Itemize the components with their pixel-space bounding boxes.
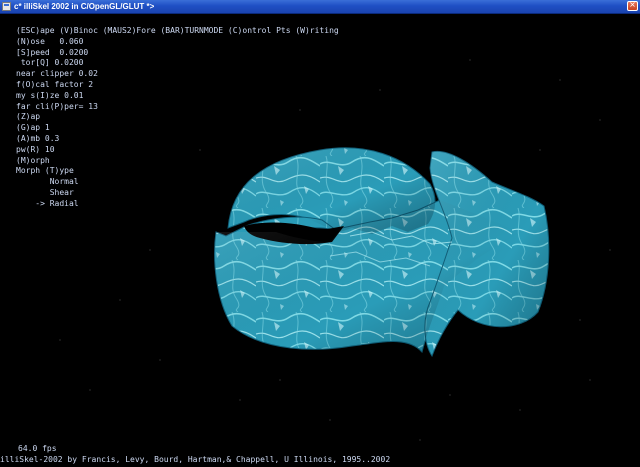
menu-item[interactable]: near clipper 0.02 [16,69,339,80]
menu-item[interactable]: Morph (T)ype [16,166,339,177]
window-title: c* illiSkel 2002 in C/OpenGL/GLUT *> [14,2,155,11]
menu-item[interactable]: Normal [16,177,339,188]
keyboard-commands-menu: (ESC)ape (V)Binoc (MAUS2)Fore (BAR)TURNM… [16,26,339,210]
menu-item[interactable]: (N)ose 0.060 [16,37,339,48]
title-bar[interactable]: c* illiSkel 2002 in C/OpenGL/GLUT *> × [0,0,640,14]
menu-item[interactable]: (ESC)ape (V)Binoc (MAUS2)Fore (BAR)TURNM… [16,26,339,37]
menu-item[interactable]: f(O)cal factor 2 [16,80,339,91]
app-icon[interactable] [2,2,11,11]
menu-item[interactable]: my s(I)ze 0.01 [16,91,339,102]
menu-item[interactable]: [S]peed 0.0200 [16,48,339,59]
menu-item[interactable]: -> Radial [16,199,339,210]
menu-item[interactable]: tor[Q] 0.0200 [16,58,339,69]
menu-item[interactable]: (M)orph [16,156,339,167]
menu-item[interactable]: Shear [16,188,339,199]
menu-item[interactable]: far cli(P)per= 13 [16,102,339,113]
fps-readout: 64.0 fps [18,444,57,453]
menu-item[interactable]: (G)ap 1 [16,123,339,134]
menu-item[interactable]: pw(R) 10 [16,145,339,156]
credits-line: illiSkel-2002 by Francis, Levy, Bourd, H… [0,455,391,464]
close-icon: × [629,0,636,9]
app-window: c* illiSkel 2002 in C/OpenGL/GLUT *> × (… [0,0,640,467]
close-button[interactable]: × [627,0,638,11]
menu-item[interactable]: (Z)ap [16,112,339,123]
menu-item[interactable]: (A)mb 0.3 [16,134,339,145]
